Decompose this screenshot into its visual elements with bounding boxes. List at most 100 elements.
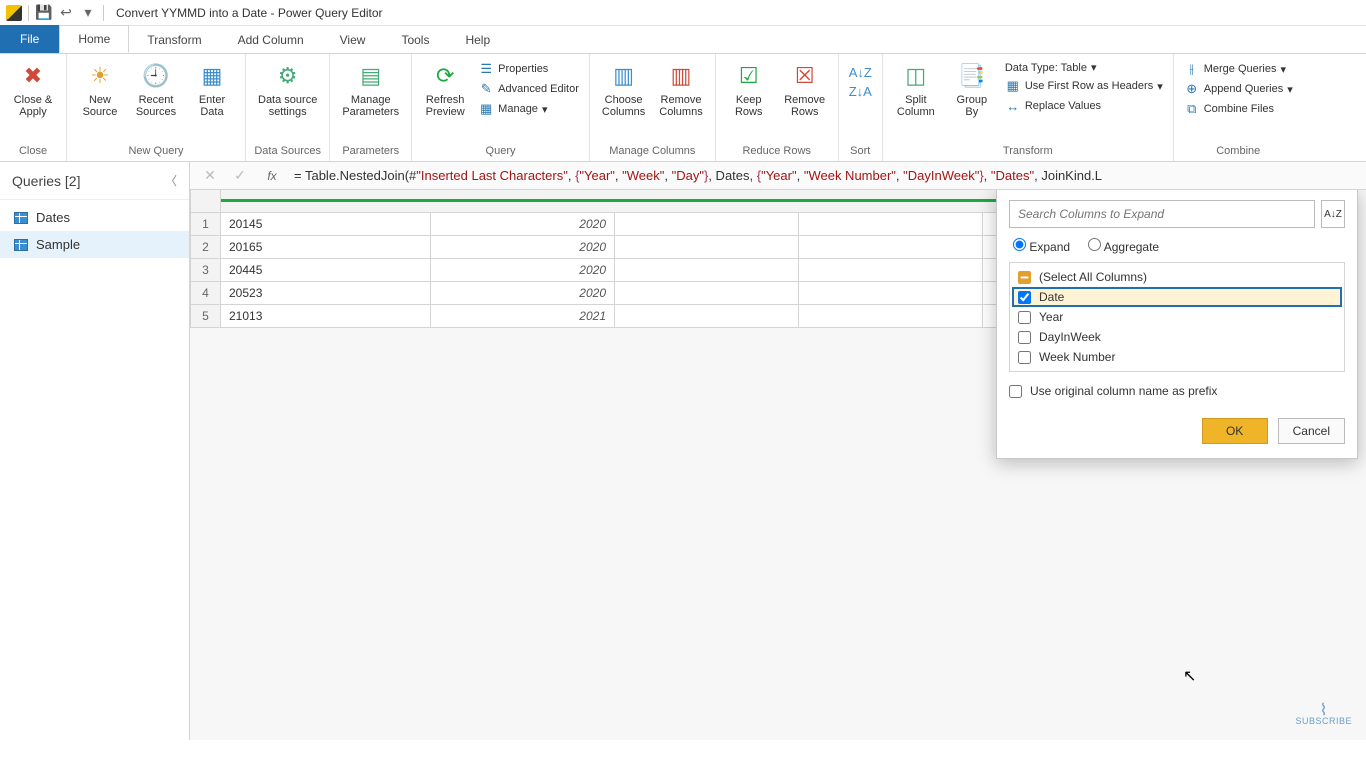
refresh-preview-button[interactable]: ⟳Refresh Preview [420,58,470,120]
split-column-button[interactable]: ◫Split Column [891,58,941,120]
fx-button[interactable]: fx [260,169,284,183]
append-icon: ⊕ [1184,81,1200,97]
use-prefix-checkbox[interactable] [1009,385,1022,398]
keep-rows-icon: ☑ [733,60,765,92]
tab-tools[interactable]: Tools [383,27,447,53]
column-option-weeknumber[interactable]: Week Number [1012,347,1342,367]
groupby-icon: 📑 [956,60,988,92]
row-number: 5 [191,305,221,328]
tab-transform[interactable]: Transform [129,27,219,53]
query-item-sample[interactable]: Sample [0,231,189,258]
formula-accept-icon[interactable]: ✓ [230,167,250,184]
sort-columns-button[interactable]: A↓Z [1321,200,1345,228]
cell[interactable] [615,236,799,259]
tab-file[interactable]: File [0,25,59,53]
replace-values-button[interactable]: ↔Replace Values [1003,97,1103,115]
remove-rows-button[interactable]: ☒Remove Rows [780,58,830,120]
combine-files-button[interactable]: ⧉Combine Files [1182,100,1276,118]
group-by-button[interactable]: 📑Group By [947,58,997,120]
parameters-icon: ▤ [355,60,387,92]
qat-dropdown-icon[interactable]: ▾ [79,4,97,22]
radio-expand[interactable]: Expand [1013,238,1070,254]
cell[interactable]: 2020 [431,259,615,282]
cell[interactable]: 2021 [431,305,615,328]
qat-undo-icon[interactable]: ↩ [57,4,75,22]
ribbon: ✖ Close & Apply Close ☀New Source 🕘Recen… [0,54,1366,162]
manage-icon: ▦ [478,101,494,117]
column-option-dayinweek[interactable]: DayInWeek [1012,327,1342,347]
tab-help[interactable]: Help [447,27,508,53]
data-source-settings-button[interactable]: ⚙Data source settings [254,58,321,120]
cell[interactable] [615,213,799,236]
cell[interactable] [799,305,983,328]
append-queries-button[interactable]: ⊕Append Queries ▾ [1182,80,1295,98]
cell[interactable] [799,282,983,305]
keep-rows-button[interactable]: ☑Keep Rows [724,58,774,120]
sort-desc-button[interactable]: Z↓A [847,83,874,100]
row-number: 4 [191,282,221,305]
grid-area: ▦ ABCConfirmed delivery date ▾ 1.2Year ▾… [190,162,1366,740]
remove-columns-button[interactable]: ▥Remove Columns [655,58,706,120]
sort-asc-button[interactable]: A↓Z [847,64,874,81]
cell[interactable] [615,259,799,282]
cell[interactable] [799,259,983,282]
refresh-icon: ⟳ [429,60,461,92]
subscribe-badge: ⌇ SUBSCRIBE [1295,706,1352,726]
recent-sources-button[interactable]: 🕘Recent Sources [131,58,181,120]
row-number: 1 [191,213,221,236]
cell[interactable]: 2020 [431,213,615,236]
close-apply-button[interactable]: ✖ Close & Apply [8,58,58,120]
tab-home[interactable]: Home [59,25,129,53]
manage-parameters-button[interactable]: ▤Manage Parameters [338,58,403,120]
properties-icon: ☰ [478,61,494,77]
use-prefix-label: Use original column name as prefix [1030,384,1217,398]
column-option-date[interactable]: Date [1012,287,1342,307]
table-icon [14,212,28,224]
search-columns-input[interactable] [1009,200,1315,228]
advanced-editor-button[interactable]: ✎Advanced Editor [476,80,581,98]
select-all-columns[interactable]: (Select All Columns) [1012,267,1342,287]
cell[interactable]: 20145 [221,213,431,236]
radio-aggregate[interactable]: Aggregate [1088,238,1159,254]
new-source-button[interactable]: ☀New Source [75,58,125,120]
choose-columns-button[interactable]: ▥Choose Columns [598,58,649,120]
merge-queries-button[interactable]: ⫲Merge Queries ▾ [1182,60,1288,78]
cell[interactable]: 20523 [221,282,431,305]
tab-add-column[interactable]: Add Column [220,27,322,53]
cell[interactable] [615,282,799,305]
row-number: 3 [191,259,221,282]
cell[interactable] [799,213,983,236]
cell[interactable]: 21013 [221,305,431,328]
data-type-button[interactable]: Data Type: Table ▾ [1003,60,1099,75]
ok-button[interactable]: OK [1202,418,1268,444]
enter-data-icon: ▦ [196,60,228,92]
editor-icon: ✎ [478,81,494,97]
properties-button[interactable]: ☰Properties [476,60,550,78]
cell[interactable]: 20445 [221,259,431,282]
collapse-queries-icon[interactable]: 〈 [165,172,177,189]
manage-button[interactable]: ▦Manage ▾ [476,100,549,118]
cancel-button[interactable]: Cancel [1278,418,1345,444]
title-bar: 💾 ↩ ▾ Convert YYMMD into a Date - Power … [0,0,1366,26]
formula-text[interactable]: = Table.NestedJoin(#"Inserted Last Chara… [294,168,1102,184]
enter-data-button[interactable]: ▦Enter Data [187,58,237,120]
query-item-dates[interactable]: Dates [0,204,189,231]
cell[interactable] [799,236,983,259]
first-row-headers-button[interactable]: ▦Use First Row as Headers ▾ [1003,77,1165,95]
qat-save-icon[interactable]: 💾 [35,4,53,22]
cell[interactable]: 2020 [431,282,615,305]
choose-columns-icon: ▥ [608,60,640,92]
formula-bar: ✕ ✓ fx = Table.NestedJoin(#"Inserted Las… [190,162,1366,190]
queries-pane: Queries [2] 〈 Dates Sample [0,162,190,740]
cell[interactable] [615,305,799,328]
cell[interactable]: 2020 [431,236,615,259]
remove-rows-icon: ☒ [789,60,821,92]
ribbon-group-combine: Combine [1182,143,1295,159]
combine-icon: ⧉ [1184,101,1200,117]
ribbon-group-datasources: Data Sources [254,143,321,159]
tab-view[interactable]: View [322,27,384,53]
column-option-year[interactable]: Year [1012,307,1342,327]
cell[interactable]: 20165 [221,236,431,259]
formula-cancel-icon[interactable]: ✕ [200,167,220,184]
new-source-icon: ☀ [84,60,116,92]
